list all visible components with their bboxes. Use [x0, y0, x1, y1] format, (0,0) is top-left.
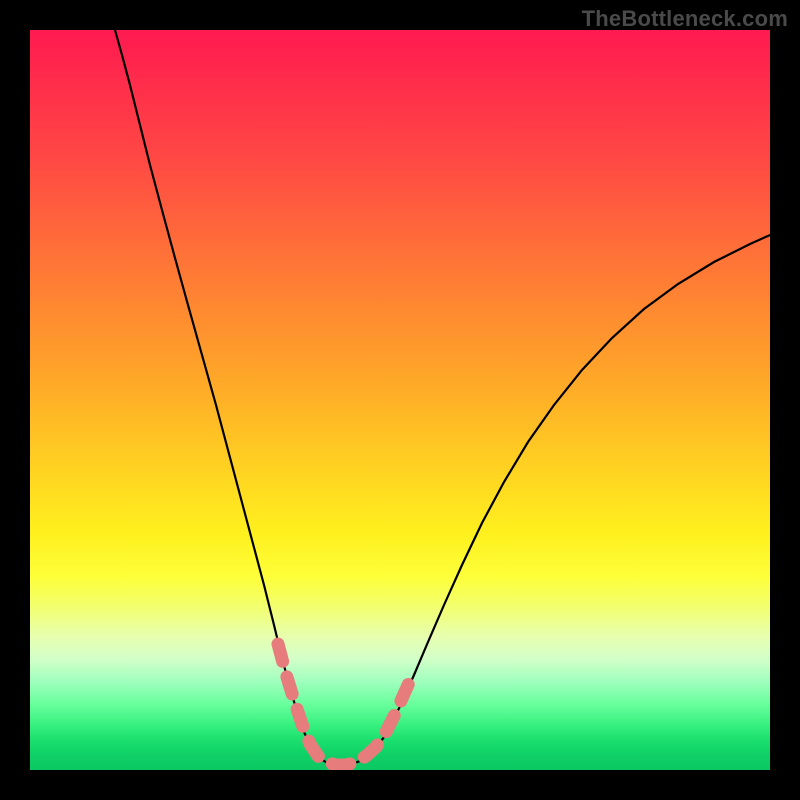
- black-curve: [115, 30, 770, 765]
- plot-area: [30, 30, 770, 770]
- curve-svg: [30, 30, 770, 770]
- chart-frame: TheBottleneck.com: [0, 0, 800, 800]
- pink-overlay: [278, 644, 412, 765]
- watermark-text: TheBottleneck.com: [582, 6, 788, 32]
